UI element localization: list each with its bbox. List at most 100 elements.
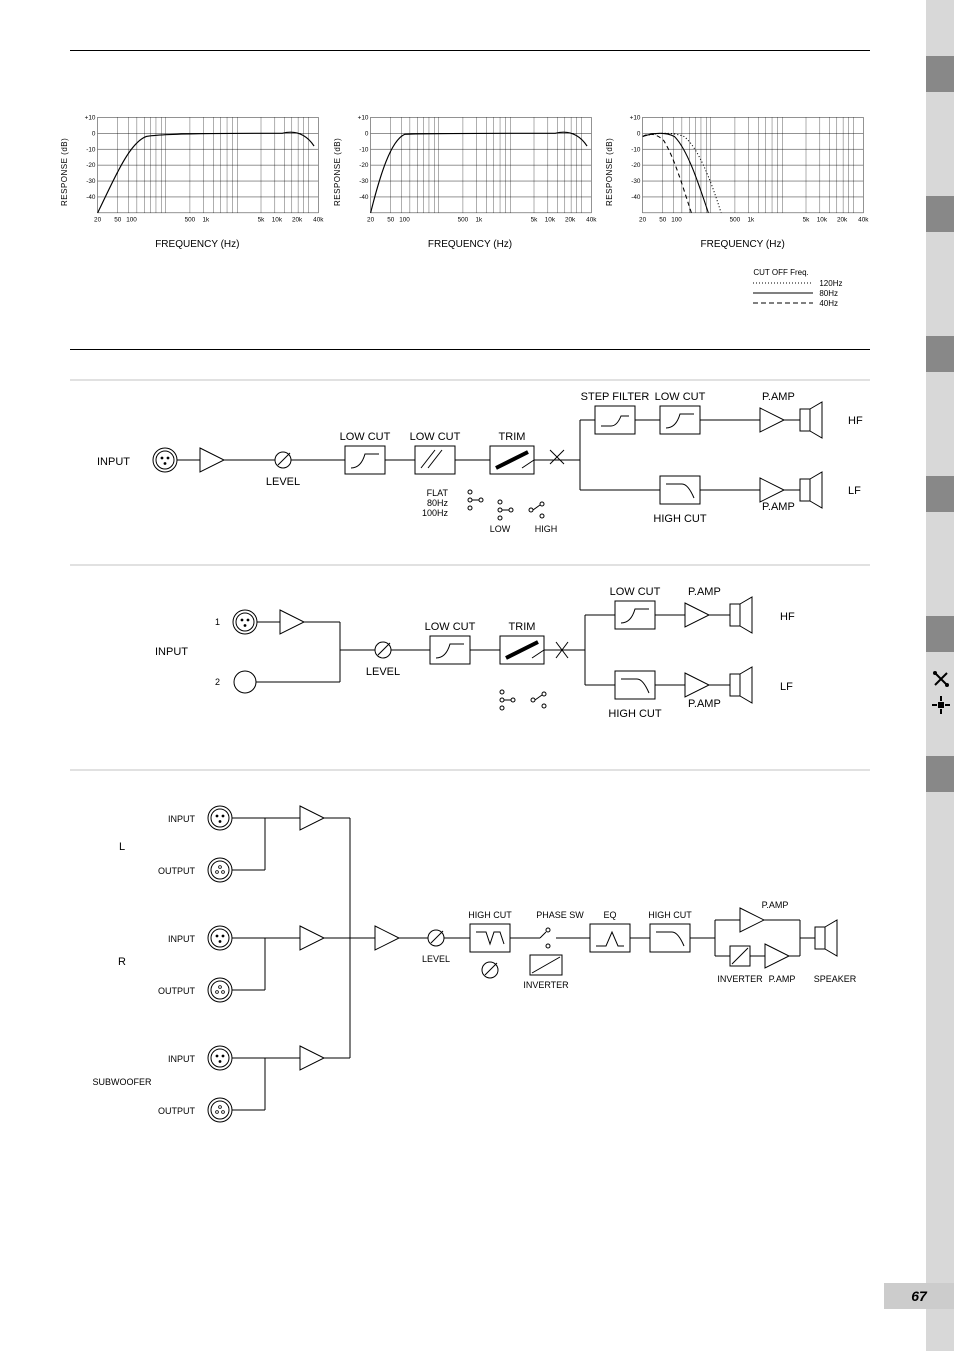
svg-text:-10: -10 (632, 146, 642, 153)
d2-1: 1 (215, 617, 220, 627)
svg-text:0: 0 (92, 130, 96, 137)
chart-ylabel: RESPONSE (dB) (60, 138, 69, 206)
d1-pamp-b: P.AMP (762, 501, 795, 513)
svg-text:20k: 20k (292, 216, 303, 223)
side-tab-1 (926, 56, 954, 92)
page-number-value: 67 (911, 1288, 927, 1304)
d2-lowcut: LOW CUT (425, 621, 476, 633)
d1-100: 100Hz (422, 508, 449, 518)
d1-level: LEVEL (266, 476, 300, 488)
chart-3-svg: +100-10 -20-30-40 2050100 5001k5k 10k20k… (615, 111, 870, 228)
chart-xlabel: FREQUENCY (Hz) (343, 239, 598, 250)
d1-flat: FLAT (427, 488, 449, 498)
svg-text:100: 100 (399, 216, 410, 223)
svg-text:-20: -20 (359, 162, 369, 169)
d3-out-r: OUTPUT (158, 986, 196, 996)
chart-1: RESPONSE (dB) +100-10 (70, 111, 325, 309)
d3-inv2: INVERTER (717, 974, 763, 984)
side-tab-6 (926, 756, 954, 792)
svg-text:40k: 40k (313, 216, 324, 223)
side-tab-5 (926, 616, 954, 652)
svg-text:10k: 10k (544, 216, 555, 223)
tool-icon-2 (932, 696, 950, 714)
svg-text:20k: 20k (837, 216, 848, 223)
svg-text:0: 0 (637, 130, 641, 137)
side-tab-3 (926, 336, 954, 372)
d2-hf: HF (780, 611, 795, 623)
d1-highcut: HIGH CUT (653, 513, 706, 525)
d1-low: LOW (490, 524, 511, 534)
chart-xlabel: FREQUENCY (Hz) (615, 239, 870, 250)
cutoff-val: 40Hz (819, 299, 838, 308)
cutoff-title: CUT OFF Freq. (753, 268, 870, 277)
d1-step: STEP FILTER (581, 391, 650, 403)
d3-in-r: INPUT (168, 934, 196, 944)
svg-text:50: 50 (660, 216, 668, 223)
d2-2: 2 (215, 677, 220, 687)
d2-lowcut-top: LOW CUT (610, 586, 661, 598)
svg-text:5k: 5k (530, 216, 538, 223)
d2-highcut: HIGH CUT (608, 708, 661, 720)
cutoff-row-3: 40Hz (753, 299, 870, 308)
chart-ylabel: RESPONSE (dB) (605, 138, 614, 206)
d1-80: 80Hz (427, 498, 449, 508)
svg-text:-40: -40 (86, 194, 96, 201)
diagram-2: 1 INPUT 2 LEVEL LOW CUT TRIM LO (70, 565, 870, 720)
svg-text:-30: -30 (86, 178, 96, 185)
d1-trim: TRIM (499, 431, 526, 443)
d1-input-label: INPUT (97, 456, 130, 468)
cutoff-val: 80Hz (819, 289, 838, 298)
svg-text:0: 0 (365, 130, 369, 137)
svg-text:100: 100 (672, 216, 683, 223)
d1-lowcut-top: LOW CUT (655, 391, 706, 403)
svg-text:+10: +10 (357, 114, 368, 121)
d3-highcut2: HIGH CUT (648, 910, 692, 920)
svg-text:10k: 10k (272, 216, 283, 223)
svg-text:-40: -40 (359, 194, 369, 201)
side-tab-2 (926, 196, 954, 232)
svg-text:1k: 1k (748, 216, 756, 223)
diagram-3: L INPUT OUTPUT R INPUT OUTPUT SUBWOOFER … (70, 770, 870, 1122)
block-diagrams: INPUT LEVEL LOW CUT LOW CUT FLAT 80Hz 10… (70, 350, 870, 1170)
chart-xlabel: FREQUENCY (Hz) (70, 239, 325, 250)
d3-eq: EQ (603, 910, 616, 920)
d1-high: HIGH (535, 524, 558, 534)
page-content: RESPONSE (dB) +10 0 -10 (70, 50, 870, 1170)
d3-inverter: INVERTER (523, 980, 569, 990)
svg-text:50: 50 (114, 216, 122, 223)
svg-text:500: 500 (730, 216, 741, 223)
cutoff-val: 120Hz (819, 279, 842, 288)
svg-text:-20: -20 (86, 162, 96, 169)
d3-pamp-t: P.AMP (762, 900, 789, 910)
d2-pamp-b: P.AMP (688, 698, 721, 710)
svg-text:-10: -10 (359, 146, 369, 153)
d1-lowcut2: LOW CUT (410, 431, 461, 443)
svg-text:1k: 1k (475, 216, 483, 223)
top-rule (70, 50, 870, 51)
svg-text:+10: +10 (85, 114, 96, 121)
svg-text:40k: 40k (859, 216, 870, 223)
d1-pamp-t: P.AMP (762, 391, 795, 403)
d3-highcut: HIGH CUT (468, 910, 512, 920)
svg-text:5k: 5k (258, 216, 266, 223)
d3-in-l: INPUT (168, 814, 196, 824)
svg-text:20: 20 (367, 216, 375, 223)
cutoff-row-1: 120Hz (753, 279, 870, 288)
d2-pamp-t: P.AMP (688, 586, 721, 598)
svg-text:-10: -10 (86, 146, 96, 153)
svg-text:1k: 1k (202, 216, 210, 223)
svg-text:10k: 10k (817, 216, 828, 223)
svg-text:100: 100 (126, 216, 137, 223)
d3-in-s: INPUT (168, 1054, 196, 1064)
chart-2-svg: +100-10 -20-30-40 2050100 5001k5k 10k20k… (343, 111, 598, 228)
chart-ylabel: RESPONSE (dB) (333, 138, 342, 206)
d2-trim: TRIM (509, 621, 536, 633)
d3-out-s: OUTPUT (158, 1106, 196, 1116)
svg-text:20: 20 (94, 216, 102, 223)
svg-text:5k: 5k (803, 216, 811, 223)
cutoff-row-2: 80Hz (753, 289, 870, 298)
chart-3: RESPONSE (dB) +100-10 (615, 111, 870, 309)
d3-R: R (118, 956, 126, 968)
d3-out-l: OUTPUT (158, 866, 196, 876)
svg-text:500: 500 (185, 216, 196, 223)
